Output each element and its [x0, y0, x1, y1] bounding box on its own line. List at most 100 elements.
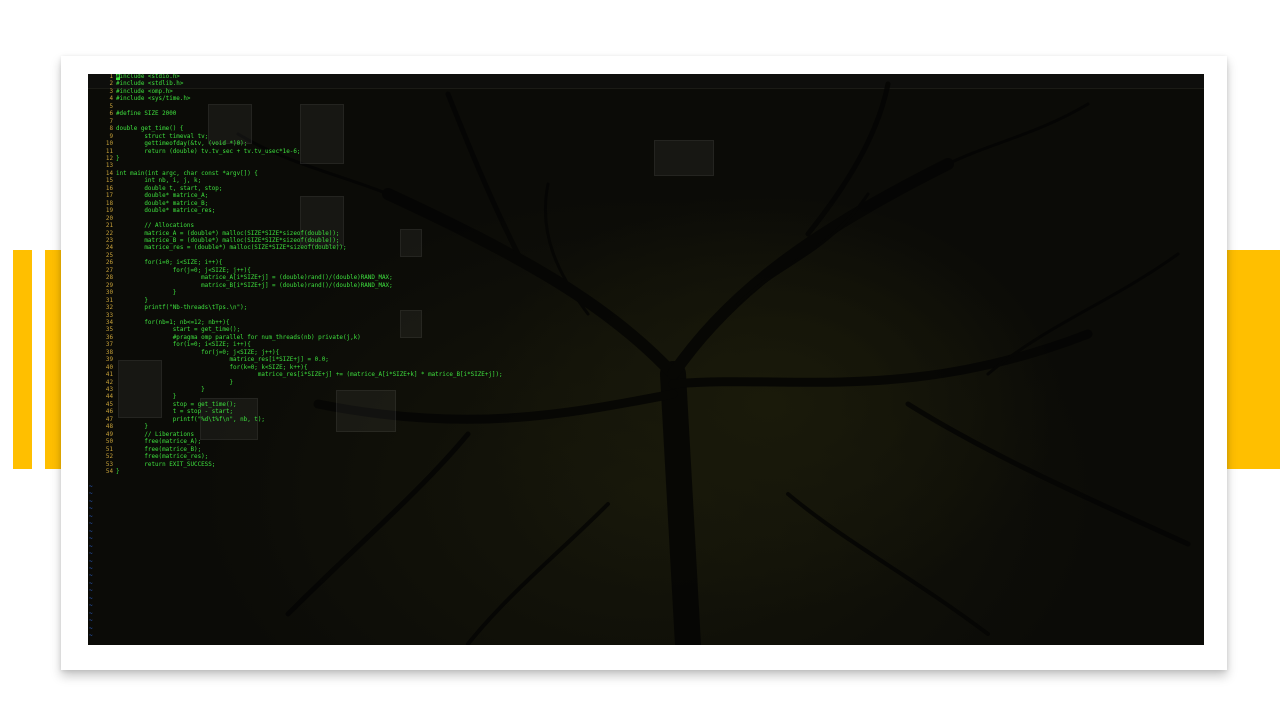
code-line[interactable]: 33 [88, 313, 503, 320]
line-number: 36 [105, 334, 113, 341]
code-line[interactable]: 39 matrice_res[i*SIZE+j] = 0.0; [88, 357, 503, 364]
code-line[interactable]: 2 #include <stdlib.h> [88, 81, 503, 88]
code-line[interactable]: 48 } [88, 424, 503, 431]
code-line[interactable]: 3 #include <omp.h> [88, 89, 503, 96]
code-line[interactable]: 34 for(nb=1; nb<=12; nb++){ [88, 320, 503, 327]
line-number: 46 [105, 409, 113, 416]
code-line[interactable]: 8 double get_time() { [88, 126, 503, 133]
code-text: #include <stdlib.h> [116, 81, 184, 88]
line-number: 4 [109, 96, 113, 103]
code-text: int nb, i, j, k; [116, 178, 202, 185]
code-line[interactable]: 18 double* matrice_B; [88, 201, 503, 208]
line-number: 15 [105, 178, 113, 185]
code-line[interactable]: 47 printf("%d\t%f\n", nb, t); [88, 417, 503, 424]
code-text: return (double) tv.tv_sec + tv.tv_usec*1… [116, 148, 301, 155]
code-line[interactable]: 37 for(i=0; i<SIZE; i++){ [88, 342, 503, 349]
code-line[interactable]: 46 t = stop - start; [88, 409, 503, 416]
empty-line-markers: ~ ~ ~ ~ ~ ~ ~ ~ ~ ~ ~ ~ ~ ~ ~ ~ ~ ~ ~ ~ … [89, 484, 93, 640]
code-text: double get_time() { [116, 126, 184, 133]
code-line[interactable]: 52 free(matrice_res); [88, 454, 503, 461]
code-line[interactable]: 14 int main(int argc, char const *argv[])… [88, 171, 503, 178]
code-line[interactable]: 50 free(matrice_A); [88, 439, 503, 446]
code-line[interactable]: 24 matrice_res = (double*) malloc(SIZE*S… [88, 245, 503, 252]
code-line[interactable]: 9 struct timeval tv; [88, 134, 503, 141]
code-line[interactable]: 49 // Liberations [88, 432, 503, 439]
code-line[interactable]: 21 // Allocations [88, 223, 503, 230]
code-text: free(matrice_B); [116, 446, 202, 453]
code-line[interactable]: 38 for(j=0; j<SIZE; j++){ [88, 350, 503, 357]
code-line[interactable]: 13 [88, 163, 503, 170]
code-line[interactable]: 20 [88, 216, 503, 223]
line-number: 10 [105, 141, 113, 148]
code-line[interactable]: 23 matrice_B = (double*) malloc(SIZE*SIZ… [88, 238, 503, 245]
code-text: double* matrice_B; [116, 200, 209, 207]
code-text: // Allocations [116, 223, 195, 230]
code-line[interactable]: 11 return (double) tv.tv_sec + tv.tv_use… [88, 149, 503, 156]
code-line[interactable]: 26 for(i=0; i<SIZE; i++){ [88, 260, 503, 267]
code-text: printf("%d\t%f\n", nb, t); [116, 416, 265, 423]
code-line[interactable]: 17 double* matrice_A; [88, 193, 503, 200]
line-number: 30 [105, 290, 113, 297]
code-text: free(matrice_A); [116, 439, 202, 446]
code-text: return EXIT_SUCCESS; [116, 461, 216, 468]
code-line[interactable]: 43 } [88, 387, 503, 394]
code-line[interactable]: 6 #define SIZE 2000 [88, 111, 503, 118]
code-line[interactable]: 45 stop = get_time(); [88, 402, 503, 409]
code-line[interactable]: 1 #include <stdio.h> [88, 74, 503, 81]
line-number: 8 [109, 126, 113, 133]
code-text: } [116, 379, 234, 386]
code-line[interactable]: 51 free(matrice_B); [88, 447, 503, 454]
code-text: } [116, 387, 205, 394]
line-number: 22 [105, 230, 113, 237]
code-text: for(i=0; i<SIZE; i++){ [116, 260, 223, 267]
line-number: 11 [105, 148, 113, 155]
line-number: 2 [109, 81, 113, 88]
code-line[interactable]: 30 } [88, 290, 503, 297]
line-number: 32 [105, 305, 113, 312]
code-line[interactable]: 25 [88, 253, 503, 260]
code-text: } [116, 297, 148, 304]
code-text: } [116, 155, 120, 162]
line-number: 44 [105, 394, 113, 401]
line-number: 51 [105, 446, 113, 453]
line-number: 18 [105, 200, 113, 207]
code-line[interactable]: 15 int nb, i, j, k; [88, 178, 503, 185]
line-number: 20 [105, 215, 113, 222]
line-number: 38 [105, 349, 113, 356]
terminal-vim-editor[interactable]: 1 #include <stdio.h> 2 #include <stdlib.h> 3… [88, 74, 1204, 645]
code-line[interactable]: 36 #pragma omp parallel for num_threads(… [88, 335, 503, 342]
code-line[interactable]: 41 matrice_res[i*SIZE+j] += (matrice_A[i… [88, 372, 503, 379]
code-line[interactable]: 29 matrice_B[i*SIZE+j] = (double)rand()/… [88, 283, 503, 290]
code-line[interactable]: 4 #include <sys/time.h> [88, 96, 503, 103]
code-line[interactable]: 31 } [88, 298, 503, 305]
code-line[interactable]: 7 [88, 119, 503, 126]
code-line[interactable]: 27 for(j=0; j<SIZE; j++){ [88, 268, 503, 275]
code-line[interactable]: 22 matrice_A = (double*) malloc(SIZE*SIZ… [88, 231, 503, 238]
source-code[interactable]: 1 #include <stdio.h> 2 #include <stdlib.h> 3… [88, 74, 503, 476]
line-number: 49 [105, 431, 113, 438]
code-line[interactable]: 19 double* matrice_res; [88, 208, 503, 215]
code-line[interactable]: 53 return EXIT_SUCCESS; [88, 462, 503, 469]
line-number: 33 [105, 312, 113, 319]
code-text: #include <sys/time.h> [116, 96, 191, 103]
code-text: gettimeofday(&tv, (void *)0); [116, 141, 248, 148]
line-number: 41 [105, 372, 113, 379]
code-line[interactable]: 44 } [88, 394, 503, 401]
code-line[interactable]: 54} [88, 469, 503, 476]
line-number: 45 [105, 401, 113, 408]
code-text: matrice_B = (double*) malloc(SIZE*SIZE*s… [116, 237, 340, 244]
code-line[interactable]: 10 gettimeofday(&tv, (void *)0); [88, 141, 503, 148]
code-line[interactable]: 32 printf("Nb-threads\tTps.\n"); [88, 305, 503, 312]
line-number: 50 [105, 439, 113, 446]
code-line[interactable]: 35 start = get_time(); [88, 327, 503, 334]
code-line[interactable]: 5 [88, 104, 503, 111]
line-number: 48 [105, 424, 113, 431]
code-line[interactable]: 40 for(k=0; k<SIZE; k++){ [88, 365, 503, 372]
code-line[interactable]: 28 matrice_A[i*SIZE+j] = (double)rand()/… [88, 275, 503, 282]
code-line[interactable]: 42 } [88, 380, 503, 387]
line-number: 12 [105, 155, 113, 162]
desktop-screenshot: 1 #include <stdio.h> 2 #include <stdlib.h> 3… [88, 74, 1204, 645]
code-line[interactable]: 16 double t, start, stop; [88, 186, 503, 193]
code-line[interactable]: 12} [88, 156, 503, 163]
line-number: 27 [105, 267, 113, 274]
